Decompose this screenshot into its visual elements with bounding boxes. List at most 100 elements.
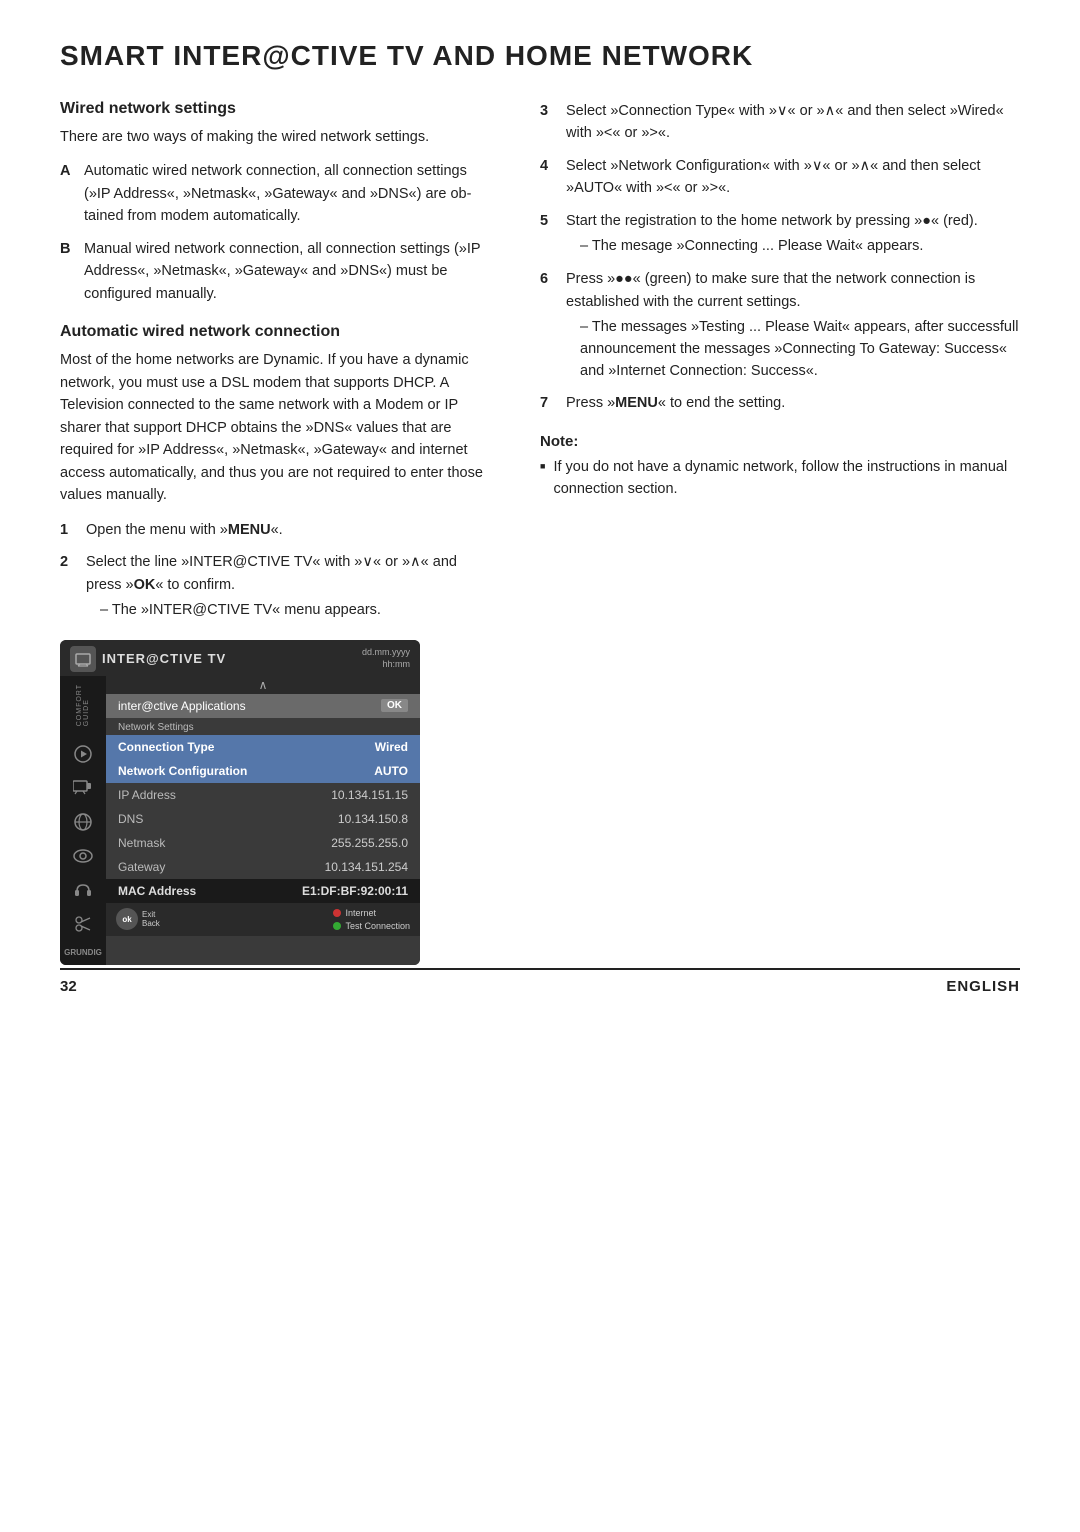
grundig-label: GRUNDIG (64, 948, 102, 957)
tv-network-config-key: Network Configuration (118, 764, 247, 778)
tv-exit-control: ok Exit Back (116, 908, 160, 930)
page-title: SMART INTER@CTIVE TV AND HOME NETWORK (60, 40, 1020, 72)
step-5-num: 5 (540, 210, 556, 258)
tv-bottom-controls: ok Exit Back (116, 908, 160, 930)
tv-netmask-val: 255.255.255.0 (331, 836, 408, 850)
step-3-content: Select »Connection Type« with »∨« or »∧«… (566, 100, 1020, 145)
tv-exit-labels: Exit Back (142, 910, 160, 928)
tv-row-connection-type: Connection Type Wired (106, 735, 420, 759)
list-item-b: B Manual wired network connection, all c… (60, 238, 490, 305)
tv-action-btns: Internet Test Connection (333, 908, 410, 931)
tv-ok-label: ok (122, 915, 131, 924)
tv-datetime: dd.mm.yyyy hh:mm (362, 647, 410, 670)
scissors-icon (74, 915, 92, 933)
tv-btn-test: Test Connection (333, 921, 410, 931)
list-text-a: Automatic wired network connection, all … (84, 160, 490, 227)
tv-network-config-val: AUTO (374, 764, 408, 778)
tv-row-gateway: Gateway 10.134.151.254 (106, 855, 420, 879)
tv-date: dd.mm.yyyy (362, 647, 410, 659)
step-5-subnote: – The mesage »Connecting ... Please Wait… (566, 236, 1020, 258)
sidebar-icon-headphone (67, 876, 99, 904)
tv-red-dot (333, 909, 341, 917)
letter-list: A Automatic wired network connection, al… (60, 160, 490, 305)
section1-heading: Wired network settings (60, 100, 490, 118)
settings-icon (73, 780, 93, 796)
step-5: 5 Start the registration to the home net… (540, 210, 1020, 258)
tv-dns-val: 10.134.150.8 (338, 812, 408, 826)
step-2: 2 Select the line »INTER@CTIVE TV« with … (60, 551, 490, 622)
tv-main-wrapper: COMFORTGUIDE (60, 676, 420, 965)
step-4: 4 Select »Network Configuration« with »∨… (540, 155, 1020, 200)
list-item-a: A Automatic wired network connection, al… (60, 160, 490, 227)
tv-green-dot (333, 922, 341, 930)
tv-btn-internet: Internet (333, 908, 410, 918)
tv-mac-key: MAC Address (118, 884, 196, 898)
comfort-guide-label: COMFORTGUIDE (76, 684, 90, 726)
headphone-icon (74, 881, 92, 899)
tv-test-label: Test Connection (345, 921, 410, 931)
sidebar-icon-scissors (67, 910, 99, 938)
step-4-content: Select »Network Configuration« with »∨« … (566, 155, 1020, 200)
step-1-content: Open the menu with »MENU«. (86, 519, 490, 541)
tv-connection-type-key: Connection Type (118, 740, 214, 754)
step-2-content: Select the line »INTER@CTIVE TV« with »∨… (86, 551, 490, 622)
tv-app-row: inter@ctive Applications OK (106, 694, 420, 718)
footer-language: ENGLISH (946, 978, 1020, 995)
tv-ok-badge: OK (381, 699, 408, 712)
page-footer: 32 ENGLISH (60, 968, 1020, 995)
list-letter-b: B (60, 238, 74, 305)
note-item-1: If you do not have a dynamic network, fo… (540, 456, 1020, 501)
footer-page-number: 32 (60, 978, 77, 995)
step-2-num: 2 (60, 551, 76, 622)
tv-internet-label: Internet (345, 908, 376, 918)
note-list: If you do not have a dynamic network, fo… (540, 456, 1020, 501)
sidebar-icon-settings (67, 774, 99, 802)
step-6-num: 6 (540, 268, 556, 382)
step-3-num: 3 (540, 100, 556, 145)
play-icon (74, 745, 92, 763)
tv-row-mac: MAC Address E1:DF:BF:92:00:11 (106, 879, 420, 903)
tv-ip-val: 10.134.151.15 (331, 788, 408, 802)
sidebar-icon-eye (67, 842, 99, 870)
section2-body: Most of the home networks are Dynamic. I… (60, 349, 490, 506)
sidebar-icon-globe (67, 808, 99, 836)
tv-ok-btn: ok (116, 908, 138, 930)
step-6-subnote: – The messages »Testing ... Please Wait«… (566, 317, 1020, 382)
page: SMART INTER@CTIVE TV AND HOME NETWORK Wi… (0, 0, 1080, 1025)
tv-logo-svg (75, 651, 91, 667)
step-7-content: Press »MENU« to end the setting. (566, 392, 1020, 414)
left-steps: 1 Open the menu with »MENU«. 2 Select th… (60, 519, 490, 622)
tv-row-netmask: Netmask 255.255.255.0 (106, 831, 420, 855)
globe-icon (73, 812, 93, 832)
section2-heading: Automatic wired network connection (60, 323, 490, 341)
tv-gateway-val: 10.134.151.254 (325, 860, 408, 874)
tv-row-network-config: Network Configuration AUTO (106, 759, 420, 783)
step-5-content: Start the registration to the home netwo… (566, 210, 1020, 258)
tv-ip-key: IP Address (118, 788, 176, 802)
content-columns: Wired network settings There are two way… (60, 100, 1020, 965)
sidebar-icon-play (67, 740, 99, 768)
note-label: Note: (540, 433, 1020, 450)
tv-title: INTER@CTIVE TV (102, 651, 226, 666)
tv-gateway-key: Gateway (118, 860, 165, 874)
step-2-subnote: – The »INTER@CTIVE TV« menu appears. (86, 600, 490, 622)
tv-row-dns: DNS 10.134.150.8 (106, 807, 420, 831)
tv-network-settings-label: Network Settings (106, 718, 420, 735)
tv-screenshot: INTER@CTIVE TV dd.mm.yyyy hh:mm COMFORTG… (60, 640, 420, 965)
tv-bottom-bar: ok Exit Back (106, 903, 420, 936)
tv-content-area: ∧ inter@ctive Applications OK Network Se… (106, 676, 420, 965)
section1-intro: There are two ways of making the wired n… (60, 126, 490, 148)
tv-netmask-key: Netmask (118, 836, 165, 850)
tv-dns-key: DNS (118, 812, 143, 826)
step-1-num: 1 (60, 519, 76, 541)
note-section: Note: If you do not have a dynamic netwo… (540, 433, 1020, 501)
tv-logo-area: INTER@CTIVE TV (70, 646, 226, 672)
tv-logo-icon (70, 646, 96, 672)
eye-icon (73, 849, 93, 863)
step-7-num: 7 (540, 392, 556, 414)
step-1: 1 Open the menu with »MENU«. (60, 519, 490, 541)
right-column: 3 Select »Connection Type« with »∨« or »… (540, 100, 1020, 965)
step-6-content: Press »●●« (green) to make sure that the… (566, 268, 1020, 382)
step-6: 6 Press »●●« (green) to make sure that t… (540, 268, 1020, 382)
list-text-b: Manual wired network connection, all con… (84, 238, 490, 305)
